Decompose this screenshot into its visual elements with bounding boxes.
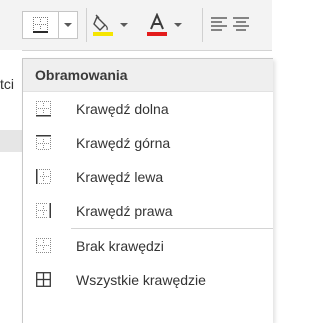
border-top-icon (36, 135, 51, 150)
row-header (0, 130, 22, 152)
chevron-down-icon[interactable] (120, 23, 128, 27)
align-left-icon[interactable] (210, 14, 228, 32)
menu-item-label: Krawędź górna (76, 135, 171, 151)
menu-item-all-borders[interactable]: Wszystkie krawędzie (23, 263, 273, 297)
menu-item-no-border[interactable]: Brak krawędzi (23, 229, 273, 263)
menu-item-bottom-border[interactable]: Krawędź dolna (23, 92, 273, 126)
menu-item-left-border[interactable]: Krawędź lewa (23, 160, 273, 194)
font-color-button[interactable] (146, 12, 194, 38)
border-right-icon (36, 203, 51, 218)
alignment-group (210, 14, 250, 32)
menu-item-label: Brak krawędzi (76, 238, 164, 254)
borders-split-button[interactable] (22, 11, 78, 39)
no-border-icon (36, 238, 51, 253)
font-color-icon (147, 13, 167, 36)
ribbon (0, 0, 272, 51)
fill-color-button[interactable] (92, 12, 136, 38)
sheet-area: tci (0, 50, 22, 322)
border-bottom-icon (36, 101, 51, 117)
menu-item-label: Krawędź dolna (76, 101, 169, 117)
menu-header: Obramowania (23, 59, 273, 92)
borders-button[interactable] (23, 12, 58, 38)
borders-menu: Obramowania Krawędź dolna Krawędź górna … (22, 58, 273, 323)
menu-item-label: Krawędź lewa (76, 169, 164, 185)
paint-bucket-icon (93, 14, 113, 36)
chevron-down-icon (64, 23, 73, 27)
border-left-icon (36, 169, 51, 184)
menu-item-right-border[interactable]: Krawędź prawa (23, 194, 273, 228)
toolbar-separator (202, 8, 203, 42)
toolbar-separator (86, 8, 87, 42)
align-center-icon[interactable] (232, 14, 250, 32)
borders-dropdown-button[interactable] (58, 12, 77, 38)
menu-item-top-border[interactable]: Krawędź górna (23, 126, 273, 160)
menu-item-label: Krawędź prawa (76, 203, 173, 219)
menu-item-label: Wszystkie krawędzie (76, 272, 206, 288)
border-bottom-icon (32, 17, 48, 33)
chevron-down-icon[interactable] (174, 23, 182, 27)
partial-cell-text: tci (0, 76, 14, 92)
all-borders-icon (36, 272, 51, 287)
